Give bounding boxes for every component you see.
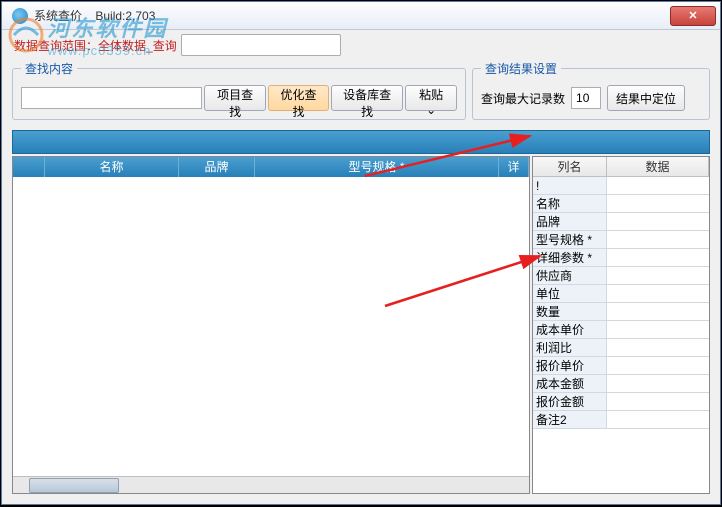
side-grid-row[interactable]: ! — [533, 177, 709, 195]
side-grid-rows: !名称品牌型号规格 *详细参数 *供应商单位数量成本单价利润比报价单价成本金额报… — [533, 177, 709, 429]
main-grid-body[interactable] — [13, 177, 529, 476]
side-grid-row[interactable]: 数量 — [533, 303, 709, 321]
app-icon — [12, 8, 28, 24]
side-grid-row[interactable]: 报价单价 — [533, 357, 709, 375]
col-detail[interactable]: 详 — [499, 157, 529, 177]
side-grid-row[interactable]: 成本金额 — [533, 375, 709, 393]
scope-input[interactable] — [181, 34, 341, 56]
locate-button[interactable]: 结果中定位 — [607, 85, 685, 111]
result-settings-panel: 查询结果设置 查询最大记录数 结果中定位 — [472, 60, 710, 120]
col-brand[interactable]: 品牌 — [179, 157, 255, 177]
optimize-search-button[interactable]: 优化查找 — [268, 85, 329, 111]
max-records-label: 查询最大记录数 — [481, 90, 565, 107]
col-model[interactable]: 型号规格 * — [255, 157, 499, 177]
scope-label: 数据查询范围：全体数据_查询 — [14, 37, 177, 54]
side-grid: 列名 数据 !名称品牌型号规格 *详细参数 *供应商单位数量成本单价利润比报价单… — [532, 156, 710, 494]
side-grid-row[interactable]: 报价金额 — [533, 393, 709, 411]
close-button[interactable]: ✕ — [670, 6, 716, 26]
side-grid-row[interactable]: 备注2 — [533, 411, 709, 429]
side-col-name: 列名 — [533, 157, 607, 176]
col-name[interactable]: 名称 — [45, 157, 179, 177]
side-grid-row[interactable]: 成本单价 — [533, 321, 709, 339]
scope-row: 数据查询范围：全体数据_查询 — [2, 30, 720, 60]
side-col-data: 数据 — [607, 157, 709, 176]
main-grid: 名称 品牌 型号规格 * 详 — [12, 156, 530, 494]
result-legend: 查询结果设置 — [481, 60, 561, 77]
side-grid-row[interactable]: 名称 — [533, 195, 709, 213]
side-grid-row[interactable]: 利润比 — [533, 339, 709, 357]
max-records-input[interactable] — [571, 87, 601, 109]
stock-search-button[interactable]: 设备库查找 — [331, 85, 403, 111]
titlebar: 系统查价 Build:2,703 ✕ — [2, 2, 720, 30]
main-grid-header: 名称 品牌 型号规格 * 详 — [13, 157, 529, 177]
window-title: 系统查价 Build:2,703 — [34, 7, 670, 24]
side-grid-row[interactable]: 单位 — [533, 285, 709, 303]
search-legend: 查找内容 — [21, 60, 77, 77]
app-window: 系统查价 Build:2,703 ✕ 数据查询范围：全体数据_查询 查找内容 项… — [1, 1, 721, 505]
header-bar — [12, 130, 710, 154]
paste-button[interactable]: 粘贴 ⌄ — [405, 85, 457, 111]
search-input[interactable] — [21, 87, 202, 109]
project-search-button[interactable]: 项目查找 — [204, 85, 265, 111]
side-grid-row[interactable]: 供应商 — [533, 267, 709, 285]
scrollbar-thumb[interactable] — [29, 478, 119, 493]
search-panel: 查找内容 项目查找 优化查找 设备库查找 粘贴 ⌄ — [12, 60, 466, 120]
side-grid-header: 列名 数据 — [533, 157, 709, 177]
side-grid-row[interactable]: 型号规格 * — [533, 231, 709, 249]
side-grid-row[interactable]: 详细参数 * — [533, 249, 709, 267]
h-scrollbar[interactable] — [13, 476, 529, 493]
side-grid-row[interactable]: 品牌 — [533, 213, 709, 231]
